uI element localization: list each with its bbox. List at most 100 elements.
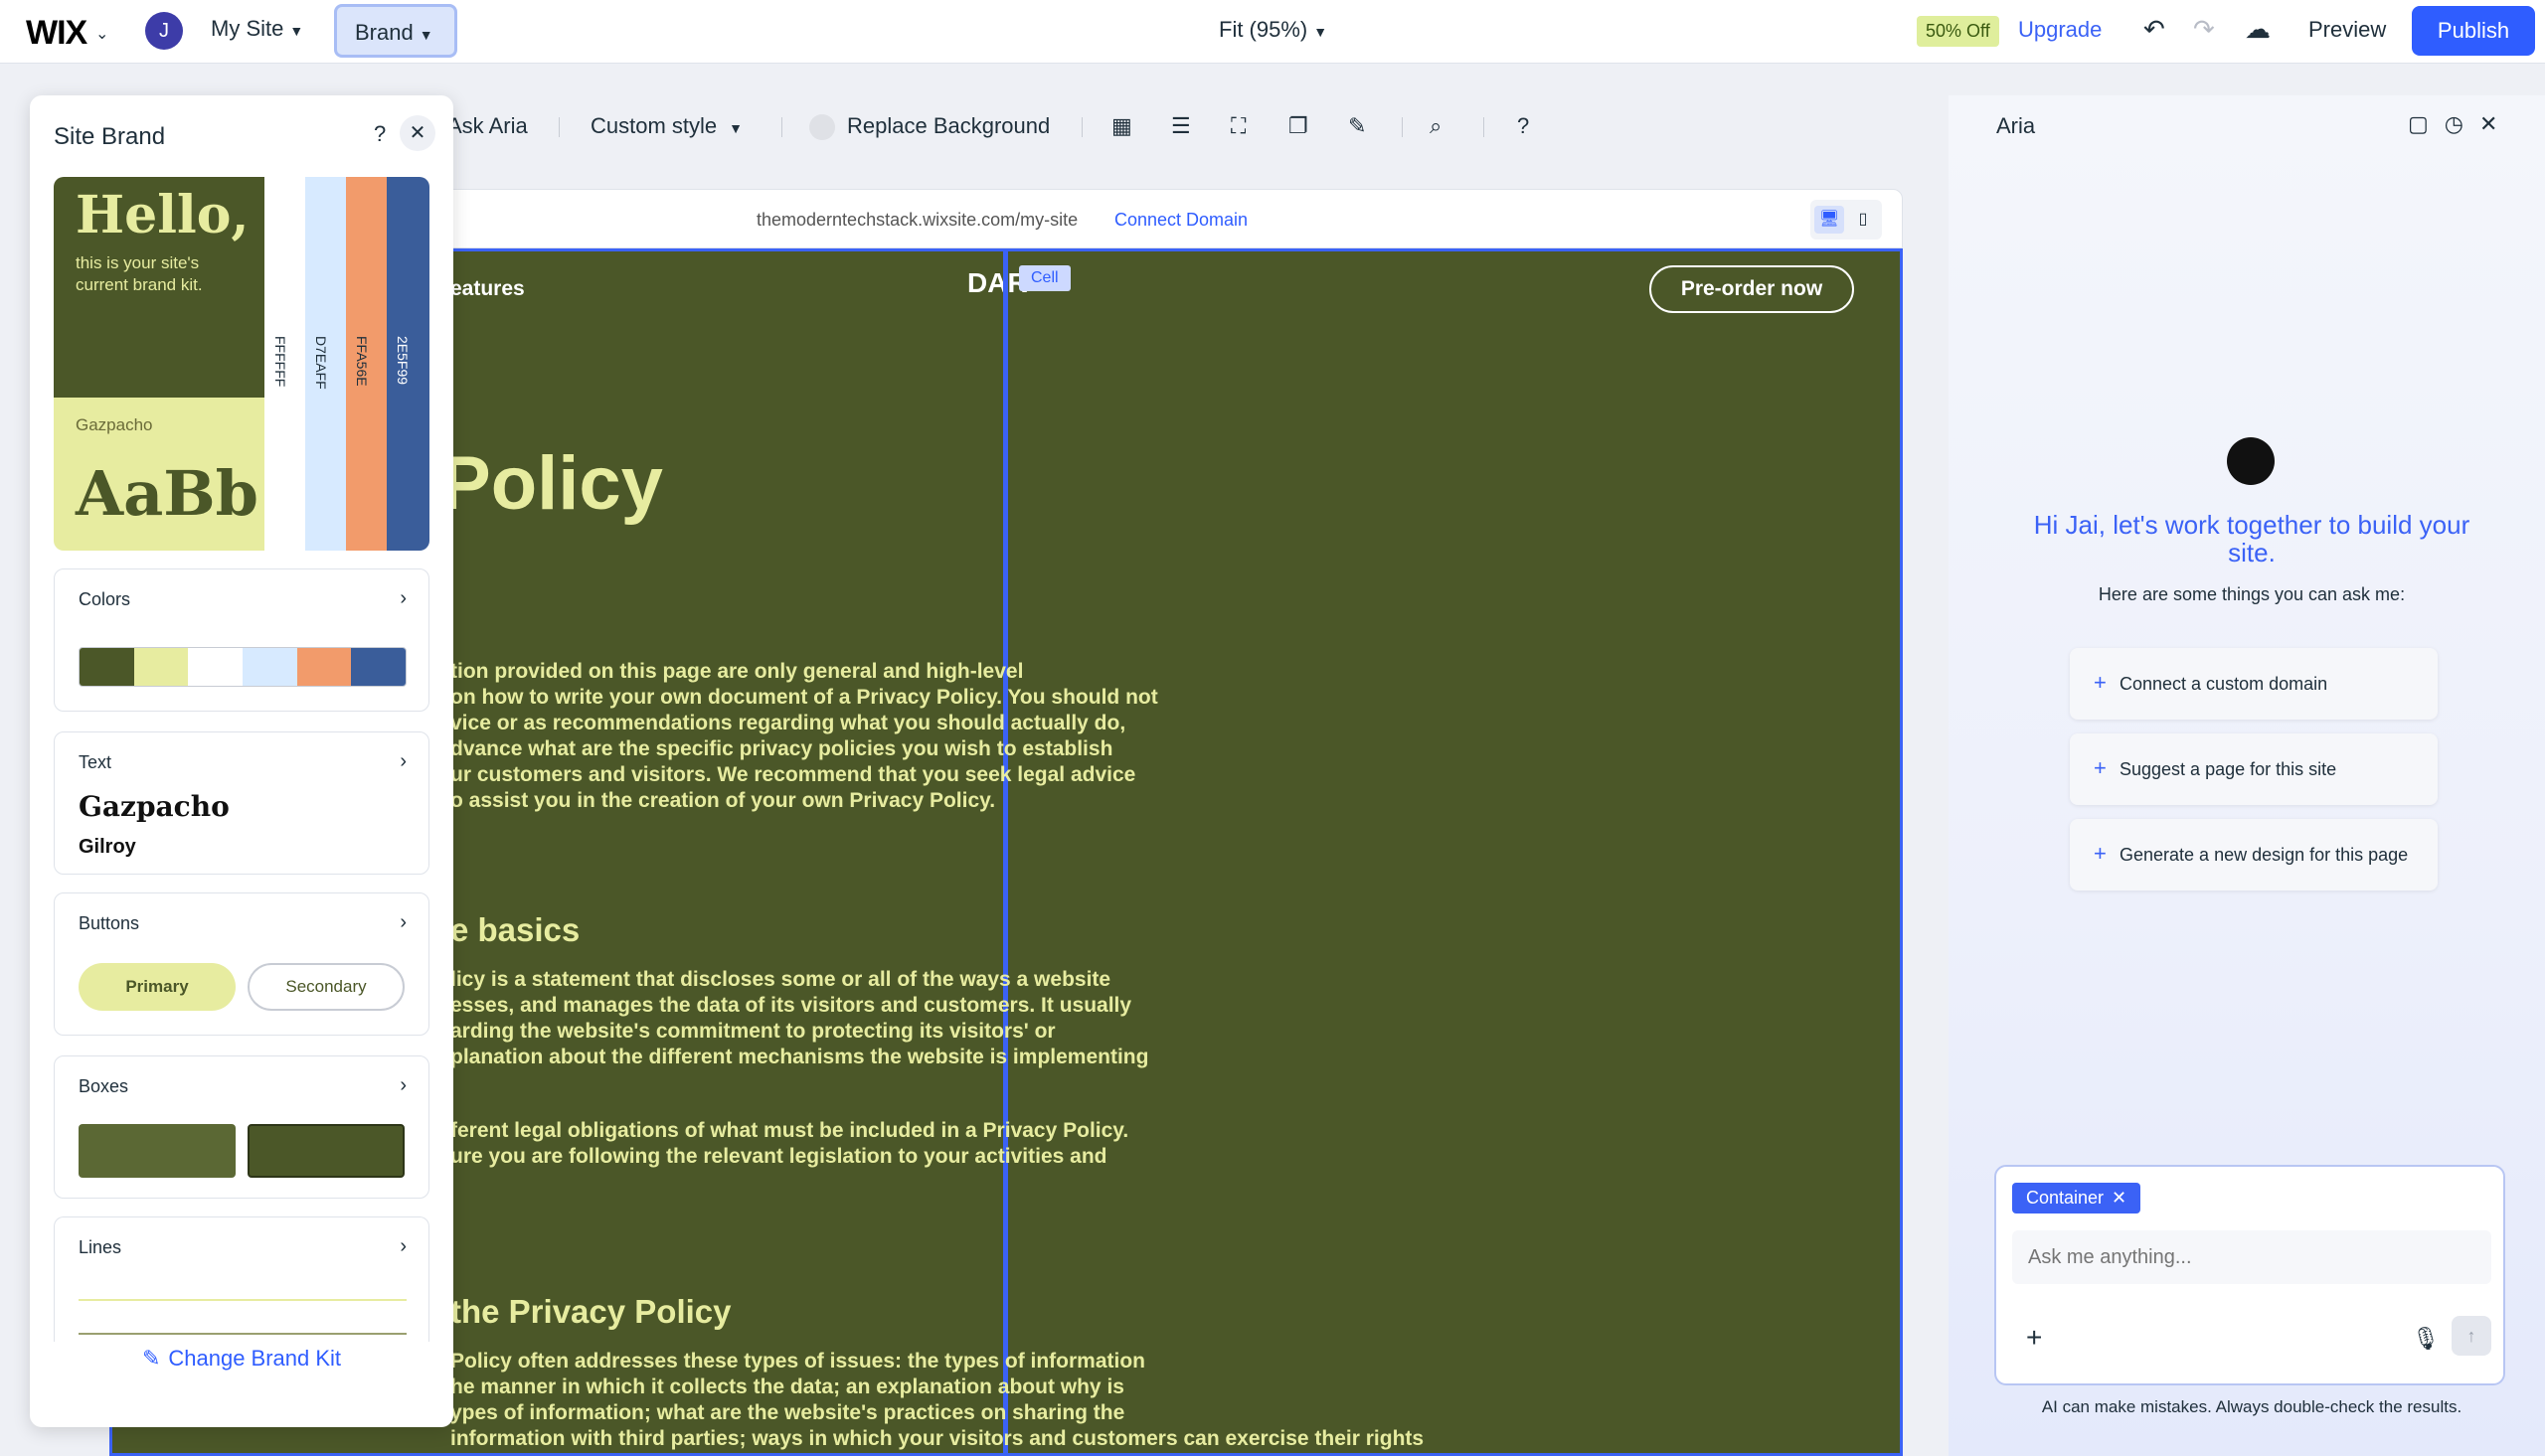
privacy-paragraph[interactable]: Policy often addresses these types of is… [450,1349,1504,1452]
primary-button-preview[interactable]: Primary [79,963,236,1011]
panel-title: Site Brand [54,123,166,150]
nav-link-features[interactable]: eatures [450,277,525,301]
suggestion-chip[interactable]: + Connect a custom domain [2070,648,2438,720]
chat-icon[interactable]: ▢ [2408,111,2445,136]
device-toggle: 🖥 ▯ [1810,200,1882,240]
inspect-icon[interactable]: ⌕ [1430,113,1442,139]
discount-badge: 50% Off [1917,16,1999,47]
divider [781,117,782,137]
send-icon[interactable]: ↑ [2452,1316,2491,1356]
text-section[interactable]: Text › Gazpacho Gilroy [54,731,429,875]
color-hex: FFFFFF [272,336,288,388]
page-heading[interactable]: Policy [440,440,663,527]
cloud-save-icon[interactable]: ☁ [2245,14,2271,45]
color-hex: D7EAFF [313,336,329,390]
aria-avatar-icon [2227,437,2275,485]
microphone-icon[interactable]: 🎙 [2412,1326,2440,1352]
section-heading-privacy[interactable]: the Privacy Policy [450,1293,731,1331]
preorder-button[interactable]: Pre-order now [1649,265,1854,313]
publish-button[interactable]: Publish [2412,6,2535,56]
brand-kit-preview[interactable]: Hello, this is your site's current brand… [54,177,429,551]
color-swatch[interactable] [133,648,189,686]
site-brand-panel: Site Brand ? ✕ Hello, this is your site'… [30,95,453,1427]
color-swatch[interactable] [80,648,134,686]
layers-icon[interactable]: ❐ [1288,113,1308,139]
connect-domain-link[interactable]: Connect Domain [1114,210,1248,231]
chevron-right-icon[interactable]: › [400,1074,407,1097]
color-swatch[interactable] [296,648,352,686]
colors-section[interactable]: Colors › [54,568,429,712]
color-hex: 2E5F99 [395,336,411,386]
custom-style-label: Custom style [591,113,718,138]
site-menu-label: My Site [211,16,284,41]
replace-background-button[interactable]: Replace Background [809,113,1050,141]
preview-button[interactable]: Preview [2308,17,2386,43]
wix-logo[interactable]: WIX [26,14,87,53]
help-icon[interactable]: ? [1517,113,1529,139]
chevron-right-icon[interactable]: › [400,1235,407,1258]
box-preview[interactable] [79,1124,236,1178]
help-icon[interactable]: ? [374,121,386,147]
intro-paragraph[interactable]: tion provided on this page are only gene… [450,659,1266,814]
color-swatches[interactable] [79,647,407,687]
kit-subtitle: this is your site's current brand kit. [76,253,203,294]
section-label: Buttons [79,913,140,933]
align-icon[interactable]: ☰ [1171,113,1191,139]
kit-sample: AaBb [76,457,259,530]
chevron-right-icon[interactable]: › [400,911,407,934]
sparkle-icon: + [2094,755,2107,780]
section-label: Text [79,752,112,772]
color-stripe: FFFFFF [264,177,305,551]
mobile-icon[interactable]: ▯ [1848,206,1878,234]
boxes-section[interactable]: Boxes › [54,1055,429,1199]
secondary-button-preview[interactable]: Secondary [248,963,405,1011]
section-heading-basics[interactable]: e basics [450,911,580,949]
avatar[interactable]: J [145,12,183,50]
desktop-icon[interactable]: 🖥 [1814,206,1844,234]
history-icon[interactable]: ◷ [2445,111,2479,136]
lines-section[interactable]: Lines › [54,1216,429,1342]
change-brand-kit-button[interactable]: ✎ Change Brand Kit [30,1346,453,1372]
cell-tag[interactable]: Cell [1019,265,1071,291]
attach-icon[interactable]: + [2026,1322,2042,1354]
chevron-down-icon: ▼ [729,120,744,136]
chevron-down-icon: ▼ [289,23,304,39]
chevron-right-icon[interactable]: › [400,750,407,773]
sparkle-icon: + [2094,670,2107,695]
color-stripe: D7EAFF [305,177,346,551]
site-menu[interactable]: My Site ▼ [211,16,303,42]
context-chip[interactable]: Container ✕ [2012,1183,2141,1213]
divider [1082,117,1083,137]
divider [1402,117,1403,137]
stretch-icon[interactable]: ⛶ [1231,113,1246,139]
color-swatch[interactable] [188,648,244,686]
suggestion-chip[interactable]: + Generate a new design for this page [2070,819,2438,890]
suggestion-chip[interactable]: + Suggest a page for this site [2070,733,2438,805]
chat-input[interactable] [2012,1230,2491,1284]
upgrade-link[interactable]: Upgrade [2018,17,2102,43]
custom-style-dropdown[interactable]: Custom style ▼ [591,113,743,139]
undo-icon[interactable]: ↶ [2143,14,2165,45]
redo-icon[interactable]: ↷ [2193,14,2215,45]
suggestion-label: Generate a new design for this page [2120,845,2409,865]
chevron-right-icon[interactable]: › [400,587,407,610]
buttons-section[interactable]: Buttons › Primary Secondary [54,892,429,1036]
suggestion-label: Suggest a page for this site [2120,759,2337,779]
color-swatch[interactable] [351,648,406,686]
chevron-down-icon[interactable]: ⌄ [95,24,108,44]
zoom-selector[interactable]: Fit (95%) ▼ [1219,17,1327,43]
design-icon[interactable]: ✎ [1348,113,1366,139]
ask-aria-button[interactable]: Ask Aria [447,113,528,139]
brand-menu-label: Brand [355,20,414,45]
color-swatch[interactable] [243,648,297,686]
grid-icon[interactable]: ▦ [1111,113,1132,139]
box-preview[interactable] [248,1124,405,1178]
aria-header-icons: ▢◷✕ [2408,111,2513,137]
brand-menu-button[interactable]: Brand ▼ [334,4,457,58]
close-icon[interactable]: ✕ [400,115,435,151]
remove-icon[interactable]: ✕ [2112,1188,2126,1208]
obligations-paragraph[interactable]: ferent legal obligations of what must be… [450,1118,1266,1170]
line-preview [79,1333,407,1335]
basics-paragraph[interactable]: licy is a statement that discloses some … [450,967,1266,1070]
close-icon[interactable]: ✕ [2479,111,2513,136]
